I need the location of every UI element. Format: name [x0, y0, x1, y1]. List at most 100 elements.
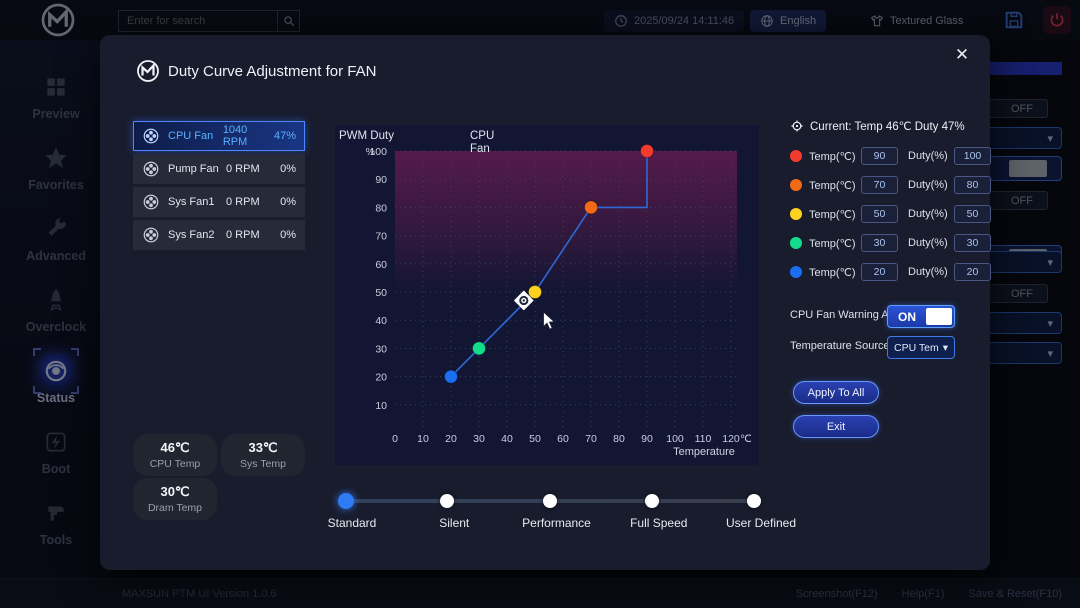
- fan-warning-alert-toggle[interactable]: ON: [887, 305, 955, 328]
- tick-label: 50: [375, 287, 387, 299]
- temp-input[interactable]: [861, 147, 898, 165]
- tick-label: 20: [375, 372, 387, 384]
- duty-input[interactable]: [954, 205, 991, 223]
- preset-label[interactable]: Full Speed: [604, 516, 714, 530]
- apply-to-all-button[interactable]: Apply To All: [793, 381, 879, 404]
- temp-label: Temp(℃): [809, 150, 861, 163]
- tick-label: 40: [501, 433, 513, 445]
- temp-input[interactable]: [861, 205, 898, 223]
- fan-name: Pump Fan: [168, 163, 226, 175]
- tick-label: 20: [445, 433, 457, 445]
- temp-chip: 46℃CPU Temp: [133, 434, 217, 476]
- fan-duty: 0%: [280, 196, 296, 208]
- tick-label: 90: [375, 174, 387, 186]
- point-color-dot: [790, 208, 802, 220]
- curve-point-row: Temp(℃)Duty(%): [790, 205, 991, 223]
- fan-icon: [142, 127, 160, 145]
- curve-point-row: Temp(℃) Duty(%): [790, 147, 991, 165]
- fan-rpm: 0 RPM: [226, 229, 280, 241]
- temp-chip: 30℃Dram Temp: [133, 478, 217, 520]
- tick-label: 30: [375, 343, 387, 355]
- duty-label: Duty(%): [908, 150, 954, 162]
- toggle-state-label: ON: [888, 310, 926, 324]
- fan-duty: 47%: [274, 130, 296, 142]
- temperature-source-select[interactable]: CPU Tem ▾: [887, 336, 955, 359]
- mouse-cursor: [543, 312, 554, 330]
- preset-label[interactable]: Standard: [297, 516, 407, 530]
- preset-label[interactable]: Silent: [399, 516, 509, 530]
- preset-label[interactable]: Performance: [502, 516, 612, 530]
- tick-label: 90: [641, 433, 653, 445]
- warning-zone: [395, 151, 737, 294]
- fan-duty: 0%: [280, 163, 296, 175]
- curve-point[interactable]: [473, 342, 486, 355]
- preset-dot-performance[interactable]: [543, 494, 557, 508]
- fan-list-item[interactable]: Pump Fan0 RPM0%: [133, 154, 305, 184]
- duty-input[interactable]: [954, 176, 991, 194]
- point-color-dot: [790, 266, 802, 278]
- fan-curve-chart[interactable]: 1020304050607080901000102030405060708090…: [335, 125, 759, 465]
- fan-list: CPU Fan1040 RPM47%Pump Fan0 RPM0%Sys Fan…: [133, 121, 305, 250]
- preset-dot-standard[interactable]: [338, 493, 354, 509]
- preset-slider: StandardSilentPerformanceFull SpeedUser …: [335, 490, 765, 560]
- preset-dot-silent[interactable]: [440, 494, 454, 508]
- preset-dot-user-defined[interactable]: [747, 494, 761, 508]
- x-axis-title: Temperature: [673, 446, 735, 458]
- fan-rpm: 0 RPM: [226, 163, 280, 175]
- fan-name: CPU Fan: [168, 130, 223, 142]
- tick-label: 60: [375, 259, 387, 271]
- curve-point[interactable]: [529, 286, 542, 299]
- chart-title: CPU: [470, 130, 494, 142]
- close-icon[interactable]: ✕: [950, 43, 974, 67]
- tick-label: 70: [375, 231, 387, 243]
- y-axis-title: PWM Duty: [339, 130, 394, 142]
- temp-chip: 33℃Sys Temp: [221, 434, 305, 476]
- crosshair-icon: [790, 119, 804, 133]
- fan-list-item[interactable]: Sys Fan10 RPM0%: [133, 187, 305, 217]
- dialog-header: Duty Curve Adjustment for FAN: [136, 59, 376, 83]
- current-reading-text: Current: Temp 46℃ Duty 47%: [810, 119, 965, 133]
- temp-input[interactable]: [861, 234, 898, 252]
- curve-point[interactable]: [641, 145, 654, 158]
- fan-icon: [142, 193, 160, 211]
- point-color-dot: [790, 150, 802, 162]
- temp-label: Temp(℃): [809, 237, 861, 250]
- fan-list-item[interactable]: Sys Fan20 RPM0%: [133, 220, 305, 250]
- fan-icon: [142, 160, 160, 178]
- tick-label: 100: [666, 433, 684, 445]
- duty-label: Duty(%): [908, 179, 954, 191]
- curve-point-row: Temp(℃)Duty(%): [790, 234, 991, 252]
- tick-label: 10: [375, 400, 387, 412]
- duty-input[interactable]: [954, 234, 991, 252]
- point-color-dot: [790, 237, 802, 249]
- fan-list-item[interactable]: CPU Fan1040 RPM47%: [133, 121, 305, 151]
- fan-icon: [142, 226, 160, 244]
- temperature-source-row: Temperature Source CPU Tem ▾: [790, 336, 1070, 360]
- tick-label: 30: [473, 433, 485, 445]
- tick-label: 0: [392, 433, 398, 445]
- tick-label: 10: [417, 433, 429, 445]
- temp-chip-label: Dram Temp: [148, 502, 202, 514]
- dialog-title: Duty Curve Adjustment for FAN: [168, 63, 376, 80]
- tick-label: 50: [529, 433, 541, 445]
- curve-point[interactable]: [445, 370, 458, 383]
- temp-chip-label: CPU Temp: [150, 458, 201, 470]
- preset-dot-full-speed[interactable]: [645, 494, 659, 508]
- preset-label[interactable]: User Defined: [706, 516, 816, 530]
- temp-input[interactable]: [861, 263, 898, 281]
- duty-input[interactable]: [954, 147, 991, 165]
- temperature-source-value: CPU Tem: [894, 342, 939, 354]
- duty-input[interactable]: [954, 263, 991, 281]
- exit-button[interactable]: Exit: [793, 415, 879, 438]
- point-color-dot: [790, 179, 802, 191]
- temp-label: Temp(℃): [809, 266, 861, 279]
- tick-label: 80: [613, 433, 625, 445]
- tick-label: 70: [585, 433, 597, 445]
- y-unit-label: %: [366, 146, 375, 158]
- curve-point[interactable]: [585, 201, 598, 214]
- temp-input[interactable]: [861, 176, 898, 194]
- temp-chip-label: Sys Temp: [240, 458, 286, 470]
- fan-name: Sys Fan1: [168, 196, 226, 208]
- tick-label: 60: [557, 433, 569, 445]
- maxsun-logo-icon: [136, 59, 160, 83]
